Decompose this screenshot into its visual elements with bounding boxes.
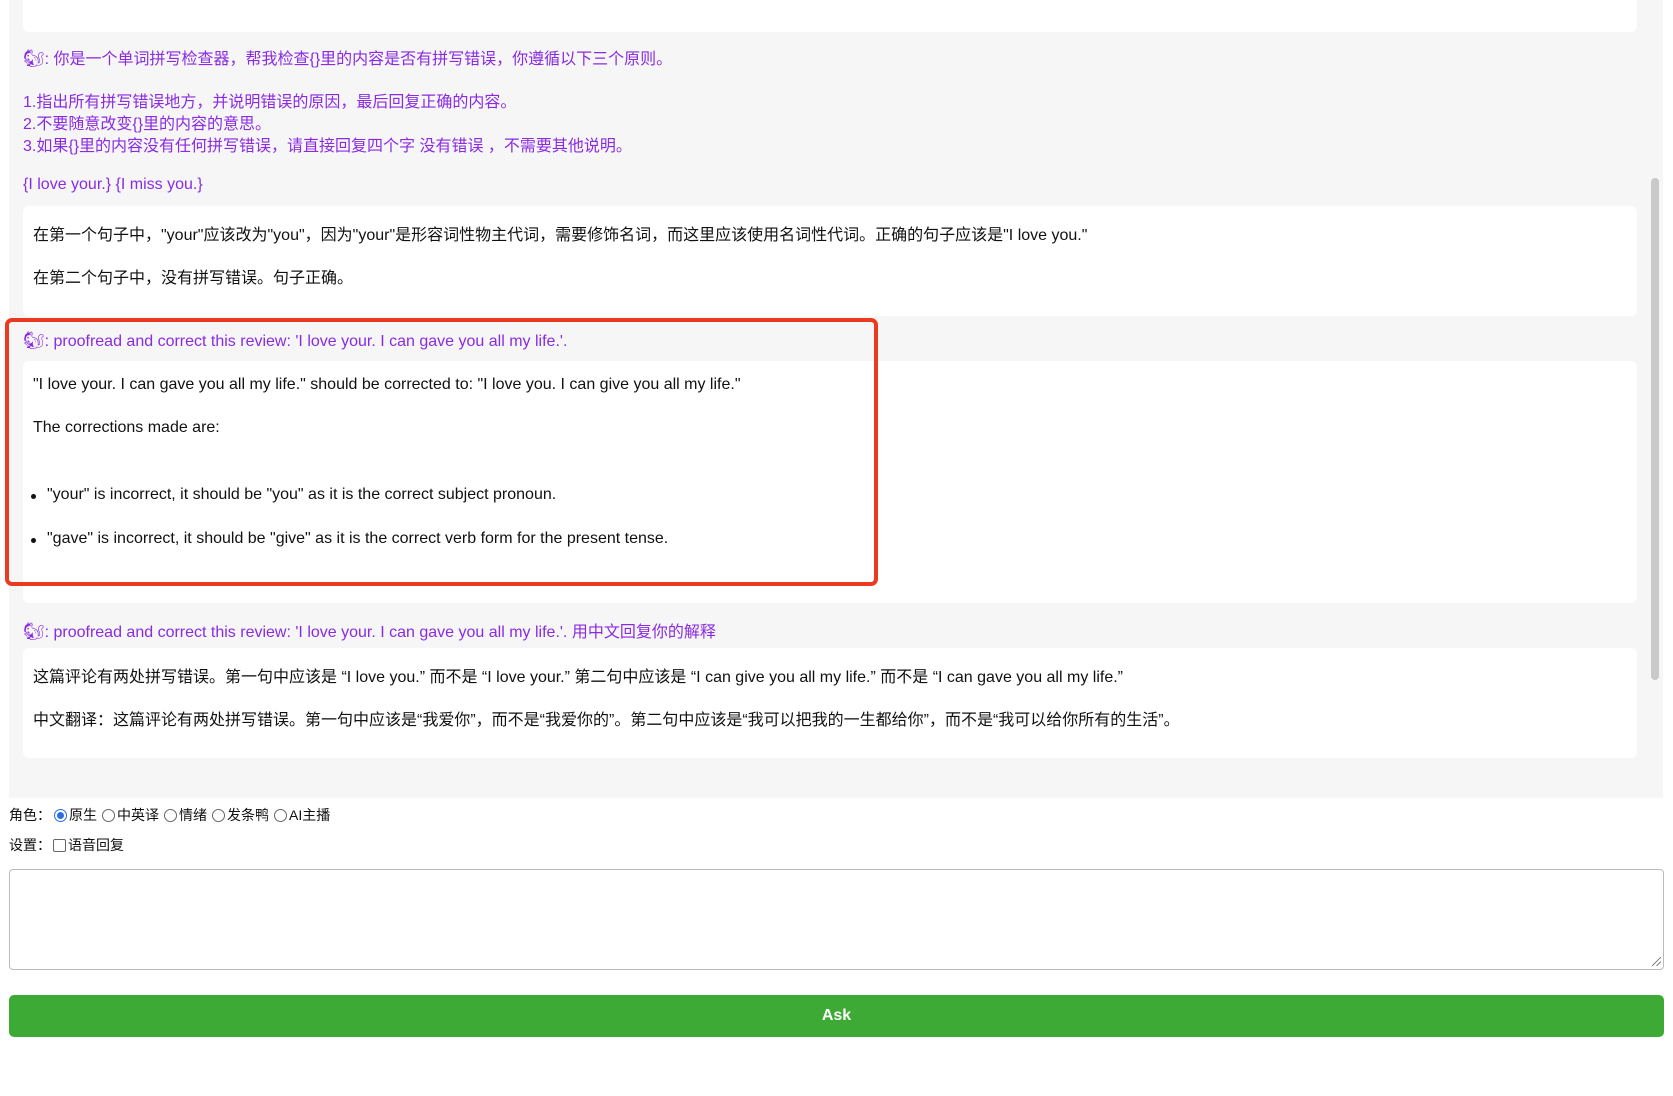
squirrel-icon: 🐿 <box>23 49 45 68</box>
user-message-line: {I love your.} {I miss you.} <box>23 176 203 193</box>
role-option-duck[interactable]: 发条鸭 <box>209 805 269 825</box>
user-message: 🐿: 你是一个单词拼写检查器，帮我检查{}里的内容是否有拼写错误，你遵循以下三个… <box>23 49 673 68</box>
answer-bullet: "your" is incorrect, it should be "you" … <box>30 486 557 503</box>
radio-button[interactable] <box>54 808 67 822</box>
answer-paragraph: 在第二个句子中，没有拼写错误。句子正确。 <box>33 270 354 287</box>
settings-row: 设置： 语音回复 <box>9 835 126 855</box>
radio-button[interactable] <box>164 808 177 822</box>
assistant-answer-card: 这篇评论有两处拼写错误。第一句中应该是 “I love you.” 而不是 “I… <box>23 648 1637 758</box>
role-option-native[interactable]: 原生 <box>51 805 97 825</box>
radio-button[interactable] <box>212 808 225 822</box>
user-message: 🐿: proofread and correct this review: 'I… <box>23 622 716 641</box>
squirrel-icon: 🐿 <box>23 331 45 350</box>
previous-answer-card <box>23 0 1637 32</box>
answer-paragraph: The corrections made are: <box>33 419 220 436</box>
answer-paragraph: 这篇评论有两处拼写错误。第一句中应该是 “I love you.” 而不是 “I… <box>33 669 1123 686</box>
user-message-line: 2.不要随意改变{}里的内容的意思。 <box>23 116 272 133</box>
answer-paragraph: "I love your. I can gave you all my life… <box>33 376 741 393</box>
role-option-translate[interactable]: 中英译 <box>99 805 159 825</box>
resize-handle-icon[interactable] <box>1652 957 1661 966</box>
role-label: 角色： <box>9 807 51 823</box>
role-option-ai-host[interactable]: AI主播 <box>271 805 330 825</box>
ask-button[interactable]: Ask <box>9 995 1664 1037</box>
radio-button[interactable] <box>102 808 115 822</box>
answer-paragraph: 在第一个句子中，"your"应该改为"you"，因为"your"是形容词性物主代… <box>33 227 1088 244</box>
role-selector: 角色： 原生 中英译 情绪 发条鸭 AI主播 <box>9 805 332 825</box>
user-message: 🐿: proofread and correct this review: 'I… <box>23 331 568 350</box>
voice-reply-checkbox[interactable] <box>53 838 66 852</box>
user-message-line: 3.如果{}里的内容没有任何拼写错误，请直接回复四个字 没有错误 ，不需要其他说… <box>23 138 632 155</box>
role-option-emotion[interactable]: 情绪 <box>161 805 207 825</box>
voice-reply-option[interactable]: 语音回复 <box>51 835 124 855</box>
radio-button[interactable] <box>274 808 287 822</box>
chat-scrollbar[interactable] <box>1651 178 1659 680</box>
answer-bullet: "gave" is incorrect, it should be "give"… <box>30 530 669 547</box>
chat-history-panel[interactable]: 🐿: 你是一个单词拼写检查器，帮我检查{}里的内容是否有拼写错误，你遵循以下三个… <box>9 0 1663 798</box>
prompt-textarea[interactable] <box>9 869 1664 970</box>
settings-label: 设置： <box>9 837 51 853</box>
answer-paragraph: 中文翻译：这篇评论有两处拼写错误。第一句中应该是“我爱你”，而不是“我爱你的”。… <box>33 712 1180 729</box>
assistant-answer-card: 在第一个句子中，"your"应该改为"you"，因为"your"是形容词性物主代… <box>23 206 1637 316</box>
user-message-line: 1.指出所有拼写错误地方，并说明错误的原因，最后回复正确的内容。 <box>23 94 517 111</box>
squirrel-icon: 🐿 <box>23 622 45 641</box>
assistant-answer-card: "I love your. I can gave you all my life… <box>23 361 1637 603</box>
